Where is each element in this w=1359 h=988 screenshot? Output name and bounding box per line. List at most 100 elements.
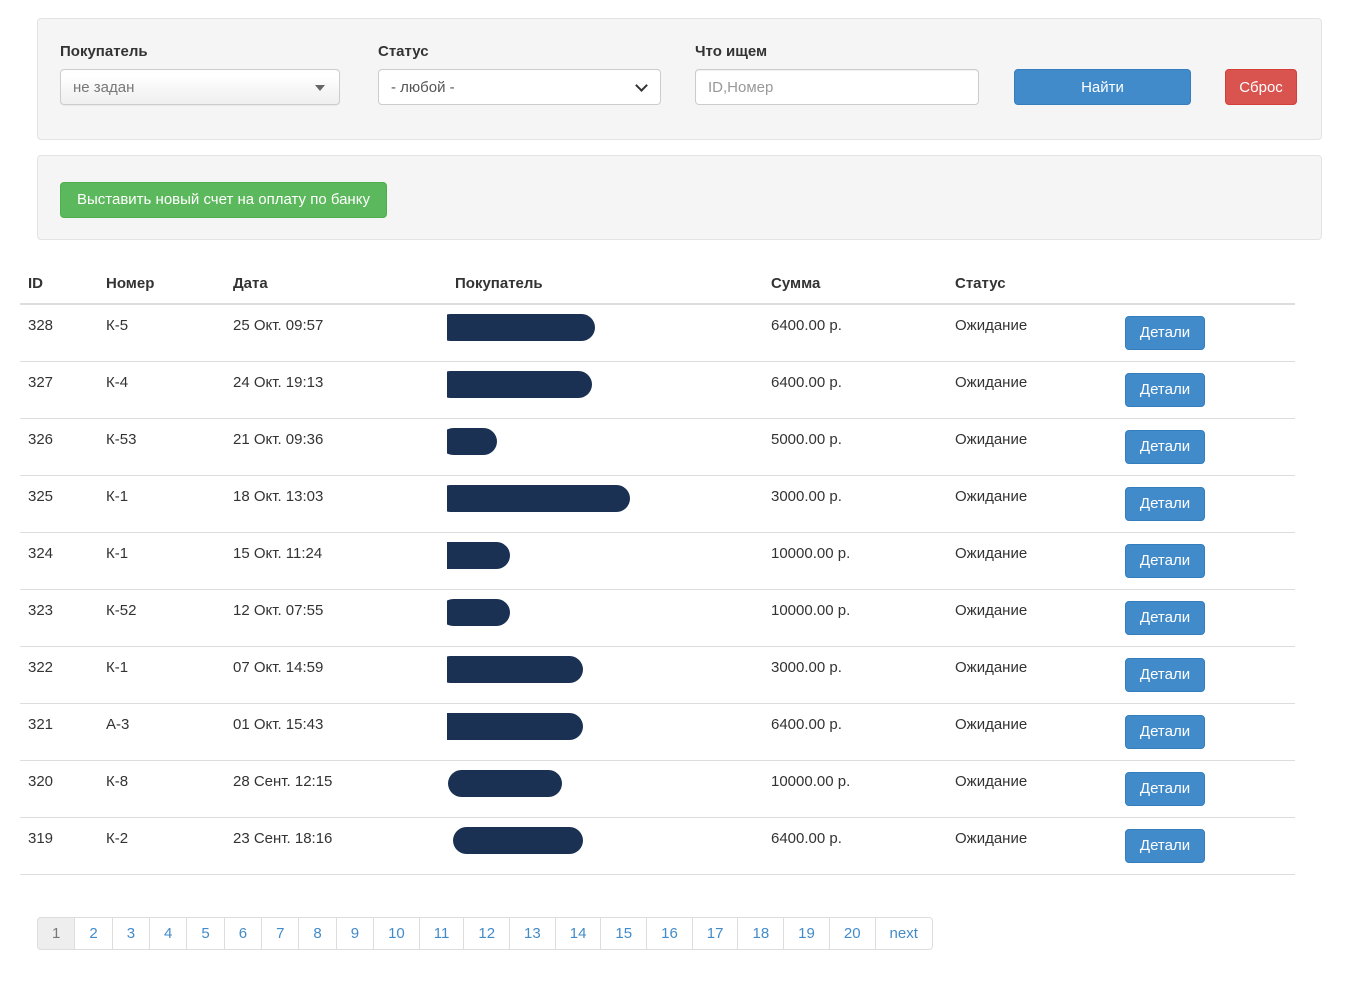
page-15[interactable]: 15 [600, 917, 648, 950]
invoice-status: Ожидание [955, 659, 1028, 676]
details-button[interactable]: Детали [1125, 316, 1205, 350]
invoice-amount: 6400.00 р. [771, 374, 842, 391]
page-8[interactable]: 8 [298, 917, 337, 950]
page-7[interactable]: 7 [261, 917, 300, 950]
redacted-buyer-name [447, 371, 592, 398]
status-filter: Статус - любой - [378, 43, 661, 105]
invoices-table: ID Номер Дата Покупатель Сумма Статус 32… [20, 265, 1295, 875]
page-16[interactable]: 16 [646, 917, 693, 950]
invoice-amount: 10000.00 р. [771, 773, 851, 790]
action-panel: Выставить новый счет на оплату по банку [37, 155, 1322, 240]
table-row: 319 К-2 23 Сент. 18:16 6400.00 р. Ожидан… [20, 818, 1295, 875]
page-20[interactable]: 20 [828, 917, 876, 950]
invoice-amount: 5000.00 р. [771, 431, 842, 448]
page-19[interactable]: 19 [783, 917, 830, 950]
status-select[interactable]: - любой - [378, 69, 661, 105]
find-button[interactable]: Найти [1014, 69, 1191, 105]
invoice-number: К-1 [106, 545, 129, 562]
redacted-buyer-name [447, 542, 510, 569]
invoice-date: 15 Окт. 11:24 [233, 545, 323, 562]
redacted-buyer-name [447, 599, 510, 626]
page-18[interactable]: 18 [737, 917, 785, 950]
header-buyer: Покупатель [455, 275, 543, 292]
header-amount: Сумма [771, 275, 821, 292]
dropdown-arrow-icon [315, 85, 325, 91]
page-next[interactable]: next [874, 917, 933, 950]
details-button[interactable]: Детали [1125, 373, 1205, 407]
table-row: 327 К-4 24 Окт. 19:13 6400.00 р. Ожидани… [20, 362, 1295, 419]
page-6[interactable]: 6 [223, 917, 263, 950]
redacted-buyer-name [448, 770, 562, 797]
pagination: 1 2 3 4 5 6 7 8 9 10 11 12 13 14 15 16 1… [37, 917, 933, 950]
details-button[interactable]: Детали [1125, 829, 1205, 863]
invoice-id: 328 [28, 317, 54, 334]
header-number: Номер [106, 275, 155, 292]
invoice-status: Ожидание [955, 317, 1028, 334]
reset-button[interactable]: Сброс [1225, 69, 1297, 105]
invoice-status: Ожидание [955, 431, 1028, 448]
page-5[interactable]: 5 [186, 917, 225, 950]
invoice-number: К-5 [106, 317, 129, 334]
table-row: 322 К-1 07 Окт. 14:59 3000.00 р. Ожидани… [20, 647, 1295, 704]
invoice-id: 319 [28, 830, 54, 847]
invoice-date: 24 Окт. 19:13 [233, 374, 324, 391]
page-2[interactable]: 2 [74, 917, 113, 950]
invoice-amount: 3000.00 р. [771, 659, 842, 676]
invoice-amount: 6400.00 р. [771, 830, 842, 847]
invoice-number: К-52 [106, 602, 137, 619]
details-button[interactable]: Детали [1125, 601, 1205, 635]
redacted-buyer-name [447, 428, 497, 455]
table-row: 325 К-1 18 Окт. 13:03 3000.00 р. Ожидани… [20, 476, 1295, 533]
invoice-number: К-1 [106, 659, 129, 676]
invoice-amount: 3000.00 р. [771, 488, 842, 505]
search-input[interactable] [695, 69, 979, 105]
redacted-buyer-name [447, 656, 583, 683]
page-17[interactable]: 17 [691, 917, 739, 950]
page-1[interactable]: 1 [37, 917, 76, 950]
invoice-amount: 10000.00 р. [771, 602, 851, 619]
invoice-date: 28 Сент. 12:15 [233, 773, 333, 790]
details-button[interactable]: Детали [1125, 430, 1205, 464]
details-button[interactable]: Детали [1125, 658, 1205, 692]
table-row: 320 К-8 28 Сент. 12:15 10000.00 р. Ожида… [20, 761, 1295, 818]
invoice-date: 01 Окт. 15:43 [233, 716, 324, 733]
details-button[interactable]: Детали [1125, 772, 1205, 806]
page-10[interactable]: 10 [373, 917, 420, 950]
invoice-status: Ожидание [955, 374, 1028, 391]
header-date: Дата [233, 275, 268, 292]
invoice-id: 326 [28, 431, 54, 448]
page-12[interactable]: 12 [463, 917, 511, 950]
header-status: Статус [955, 275, 1006, 292]
table-row: 324 К-1 15 Окт. 11:24 10000.00 р. Ожидан… [20, 533, 1295, 590]
details-button[interactable]: Детали [1125, 544, 1205, 578]
page-3[interactable]: 3 [111, 917, 151, 950]
invoice-id: 324 [28, 545, 54, 562]
table-header-row: ID Номер Дата Покупатель Сумма Статус [20, 265, 1295, 305]
search-label: Что ищем [695, 43, 768, 60]
chevron-down-icon [635, 79, 648, 92]
invoice-date: 07 Окт. 14:59 [233, 659, 324, 676]
invoice-date: 12 Окт. 07:55 [233, 602, 324, 619]
invoice-status: Ожидание [955, 488, 1028, 505]
invoice-status: Ожидание [955, 830, 1028, 847]
page-14[interactable]: 14 [554, 917, 602, 950]
invoice-number: К-2 [106, 830, 129, 847]
redacted-buyer-name [453, 827, 583, 854]
new-invoice-button[interactable]: Выставить новый счет на оплату по банку [60, 182, 387, 218]
invoice-date: 25 Окт. 09:57 [233, 317, 324, 334]
filter-panel: Покупатель не задан Статус - любой - Что… [37, 18, 1322, 140]
details-button[interactable]: Детали [1125, 487, 1205, 521]
header-actions [1109, 265, 1295, 303]
page-9[interactable]: 9 [335, 917, 375, 950]
status-label: Статус [378, 43, 429, 60]
buyer-select[interactable]: не задан [60, 69, 340, 105]
invoice-amount: 6400.00 р. [771, 716, 842, 733]
page-4[interactable]: 4 [149, 917, 188, 950]
page-13[interactable]: 13 [509, 917, 556, 950]
page-11[interactable]: 11 [418, 917, 465, 950]
invoice-status: Ожидание [955, 716, 1028, 733]
invoice-id: 327 [28, 374, 54, 391]
redacted-buyer-name [447, 713, 583, 740]
invoice-date: 23 Сент. 18:16 [233, 830, 333, 847]
details-button[interactable]: Детали [1125, 715, 1205, 749]
